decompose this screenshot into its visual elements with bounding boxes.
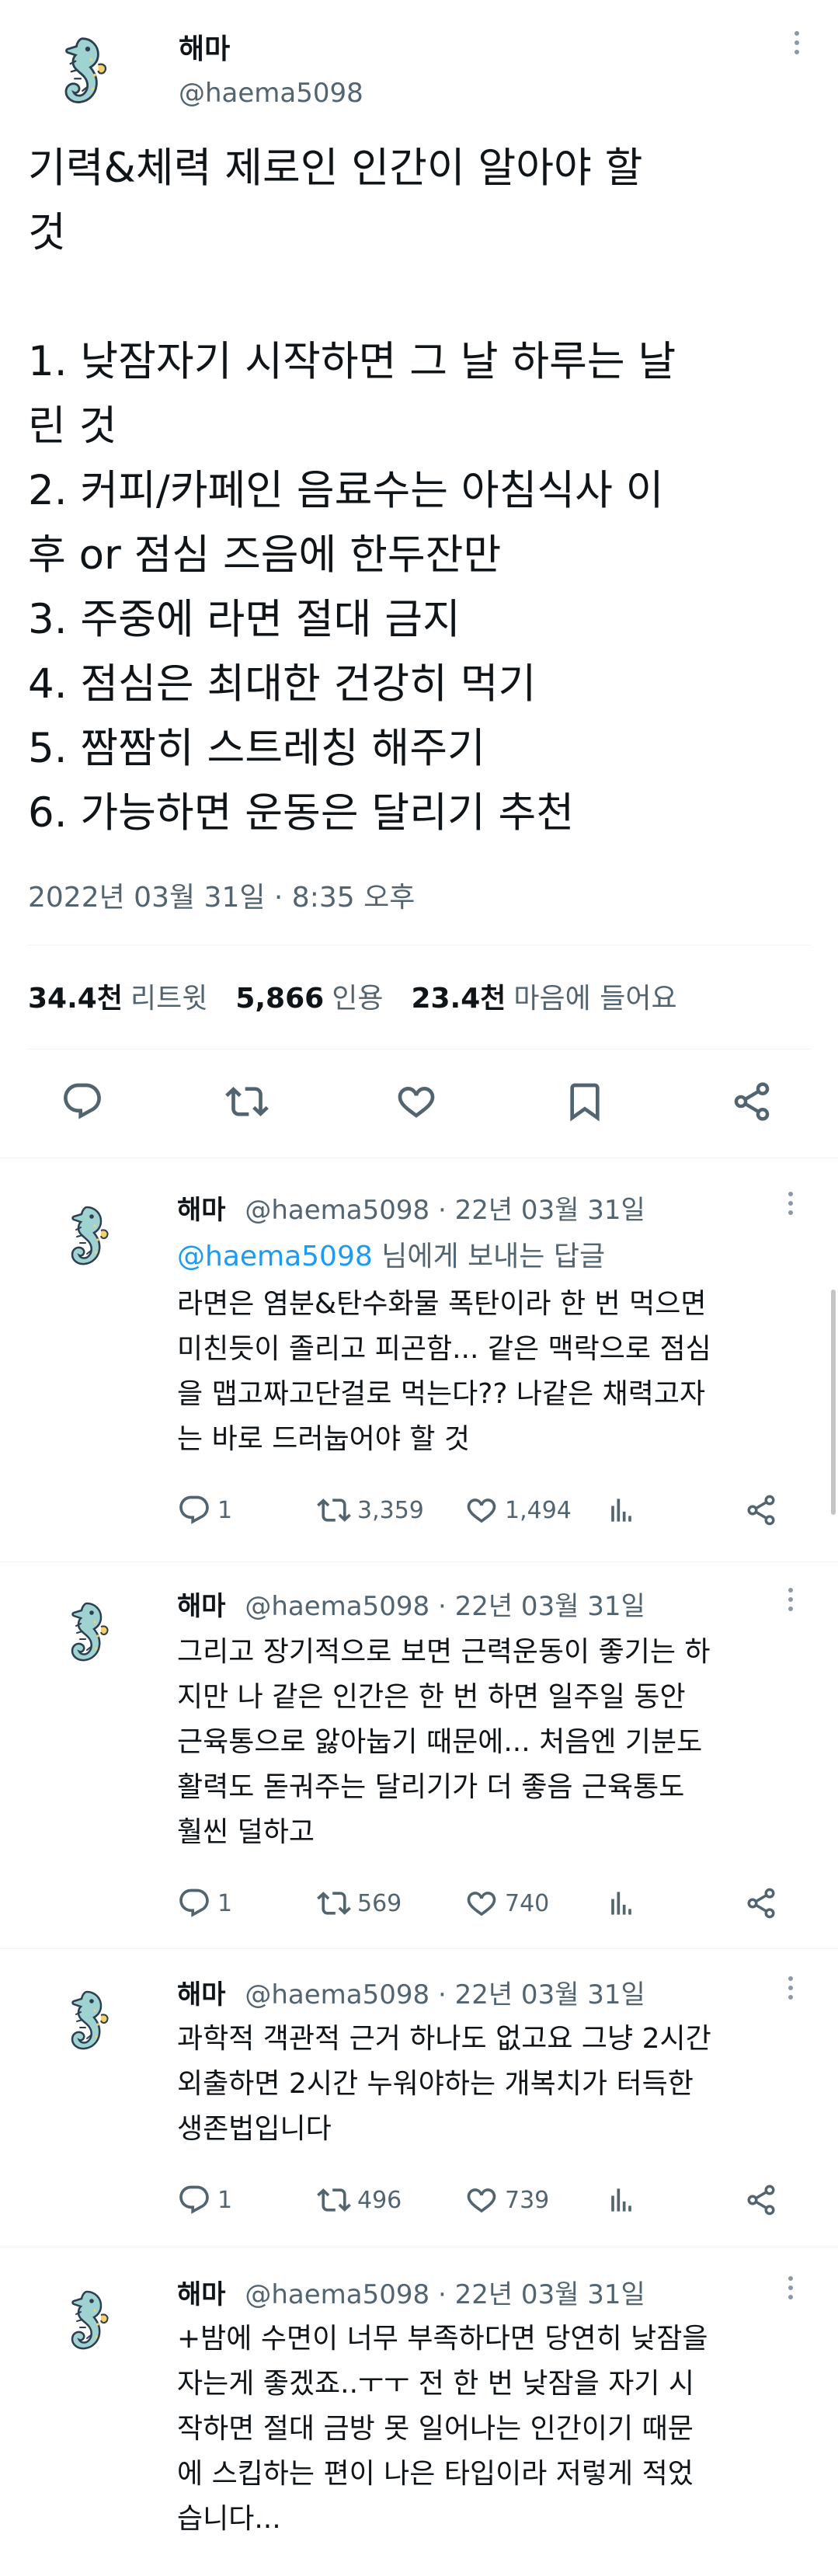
- seahorse-avatar-icon: [47, 1973, 124, 2066]
- reply-actions: 1 569 740: [177, 1886, 798, 1925]
- like-count: 739: [505, 2186, 550, 2214]
- reply-meta[interactable]: @haema5098 · 22년 03월 31일: [245, 1195, 645, 1226]
- like-count: 740: [505, 1889, 550, 1917]
- replying-to-label: 님에게 보내는 답글: [372, 1241, 606, 1272]
- avatar[interactable]: [47, 1973, 124, 2066]
- seahorse-avatar-icon: [47, 1585, 124, 1678]
- seahorse-avatar-icon: [37, 16, 124, 124]
- analytics-icon[interactable]: [604, 1493, 638, 1527]
- retweet-count: 3,359: [357, 1496, 424, 1524]
- tweet-timestamp[interactable]: 2022년 03월 31일 · 8:35 오후: [28, 875, 415, 915]
- avatar[interactable]: [37, 16, 124, 124]
- reply-display-name[interactable]: 해마: [177, 1979, 226, 2010]
- reply-button[interactable]: 1: [177, 1493, 232, 1527]
- reply-body: 라면은 염분&탄수화물 폭탄이라 한 번 먹으면 미친듯이 졸리고 피곤함...…: [177, 1288, 711, 1455]
- divider: [0, 1157, 838, 1158]
- retweet-button[interactable]: 569: [317, 1886, 402, 1920]
- reply-header: 해마 @haema5098 · 22년 03월 31일: [177, 1973, 645, 2011]
- more-icon[interactable]: [777, 1972, 805, 2018]
- share-icon[interactable]: [730, 1080, 774, 1123]
- like-icon: [464, 2183, 499, 2217]
- reply-icon: [177, 1886, 211, 1920]
- like-icon[interactable]: [395, 1080, 438, 1123]
- retweet-icon[interactable]: [225, 1080, 269, 1123]
- like-button[interactable]: 739: [464, 2183, 549, 2217]
- more-icon[interactable]: [777, 1583, 805, 1630]
- like-icon: [464, 1493, 499, 1527]
- reply-button[interactable]: 1: [177, 2183, 232, 2217]
- stat-likes[interactable]: 23.4천 마음에 들어요: [411, 976, 676, 1016]
- reply-display-name[interactable]: 해마: [177, 2279, 226, 2310]
- stat-retweets[interactable]: 34.4천 리트윗: [28, 976, 207, 1016]
- reply-header: 해마 @haema5098 · 22년 03월 31일: [177, 1189, 645, 1227]
- reply-body: +밤에 수면이 너무 부족하다면 당연히 낮잠을 자는게 좋겠죠..ㅜㅜ 전 한…: [177, 2323, 708, 2535]
- reply-icon[interactable]: [61, 1080, 104, 1123]
- reply-icon: [177, 1493, 211, 1527]
- more-icon[interactable]: [777, 1187, 805, 1234]
- like-count: 1,494: [505, 1496, 572, 1524]
- reply-count: 1: [217, 1889, 233, 1917]
- reply-button[interactable]: 1: [177, 1886, 232, 1920]
- reply-meta[interactable]: @haema5098 · 22년 03월 31일: [245, 1591, 645, 1622]
- share-icon[interactable]: [744, 1493, 778, 1527]
- retweet-button[interactable]: 3,359: [317, 1493, 424, 1527]
- like-icon: [464, 1886, 499, 1920]
- avatar[interactable]: [47, 1189, 124, 1282]
- retweet-button[interactable]: 496: [317, 2183, 402, 2217]
- reply-body: 그리고 장기적으로 보면 근력운동이 좋기는 하 지만 나 같은 인간은 한 번…: [177, 1636, 711, 1848]
- reply-icon: [177, 2183, 211, 2217]
- divider: [0, 1561, 838, 1562]
- divider: [28, 1049, 810, 1050]
- retweet-count: 496: [357, 2186, 402, 2214]
- divider: [0, 1948, 838, 1949]
- analytics-icon[interactable]: [604, 1886, 638, 1920]
- engagement-stats: 34.4천 리트윗 5,866 인용 23.4천 마음에 들어요: [28, 976, 677, 1016]
- reply-actions: 1 3,359 1,494: [177, 1493, 798, 1532]
- retweet-icon: [317, 1886, 351, 1920]
- reply-body: 과학적 객관적 근거 하나도 없고요 그냥 2시간 외출하면 2시간 누워야하는…: [177, 2023, 711, 2145]
- reply-meta[interactable]: @haema5098 · 22년 03월 31일: [245, 1979, 645, 2010]
- replying-to: @haema5098 님에게 보내는 답글: [177, 1234, 605, 1274]
- retweet-count: 569: [357, 1889, 402, 1917]
- tweet-actions: [0, 1080, 838, 1126]
- retweet-icon: [317, 2183, 351, 2217]
- avatar[interactable]: [47, 2273, 124, 2366]
- author-handle[interactable]: @haema5098: [179, 78, 363, 109]
- reply-display-name[interactable]: 해마: [177, 1195, 226, 1226]
- seahorse-avatar-icon: [47, 2273, 124, 2366]
- share-icon[interactable]: [744, 1886, 778, 1920]
- reply-count: 1: [217, 2186, 233, 2214]
- bookmark-icon[interactable]: [563, 1080, 607, 1123]
- avatar[interactable]: [47, 1585, 124, 1678]
- reply-meta[interactable]: @haema5098 · 22년 03월 31일: [245, 2279, 645, 2310]
- author-display-name[interactable]: 해마: [179, 26, 230, 67]
- reply-display-name[interactable]: 해마: [177, 1591, 226, 1622]
- like-button[interactable]: 740: [464, 1886, 549, 1920]
- more-icon[interactable]: [783, 26, 811, 73]
- stat-quotes[interactable]: 5,866 인용: [235, 976, 383, 1016]
- tweet-body: 기력&체력 제로인 인간이 알아야 할 것 1. 낮잠자기 시작하면 그 날 하…: [28, 144, 676, 837]
- analytics-icon[interactable]: [604, 2183, 638, 2217]
- like-button[interactable]: 1,494: [464, 1493, 572, 1527]
- reply-header: 해마 @haema5098 · 22년 03월 31일: [177, 1585, 645, 1623]
- scrollbar[interactable]: [831, 1290, 836, 1515]
- replying-to-handle[interactable]: @haema5098: [177, 1241, 373, 1272]
- reply-count: 1: [217, 1496, 233, 1524]
- seahorse-avatar-icon: [47, 1189, 124, 1282]
- more-icon[interactable]: [777, 2271, 805, 2318]
- share-icon[interactable]: [744, 2183, 778, 2217]
- retweet-icon: [317, 1493, 351, 1527]
- reply-header: 해마 @haema5098 · 22년 03월 31일: [177, 2273, 645, 2311]
- reply-actions: 1 496 739: [177, 2183, 798, 2222]
